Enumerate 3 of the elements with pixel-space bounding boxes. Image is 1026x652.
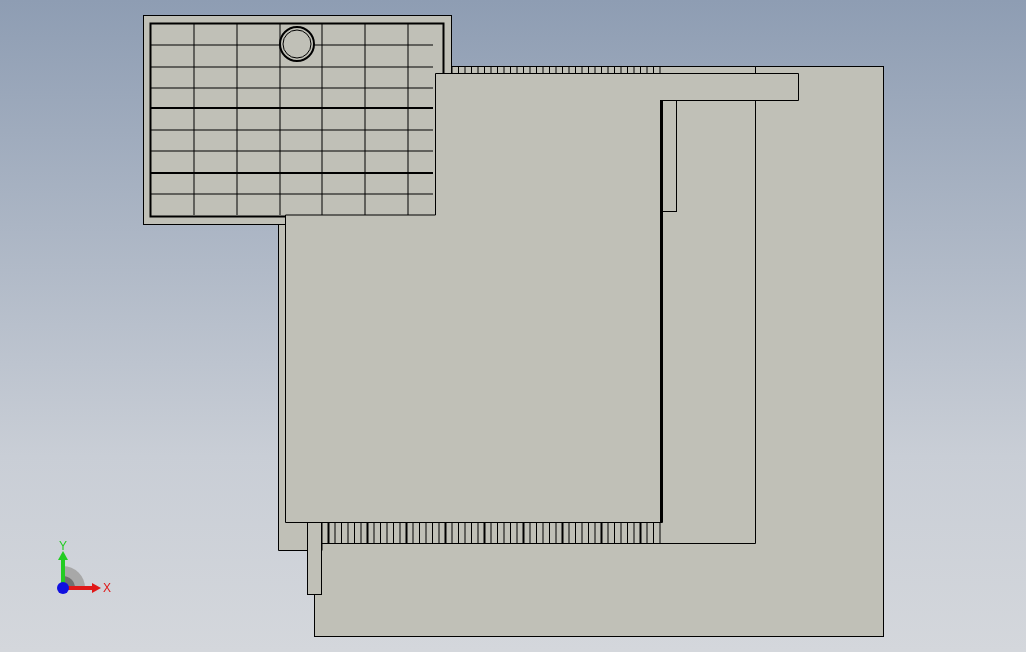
- axis-label: Y: [59, 539, 67, 553]
- axis-label: X: [103, 581, 111, 595]
- axis-triad-drawing: [57, 551, 101, 594]
